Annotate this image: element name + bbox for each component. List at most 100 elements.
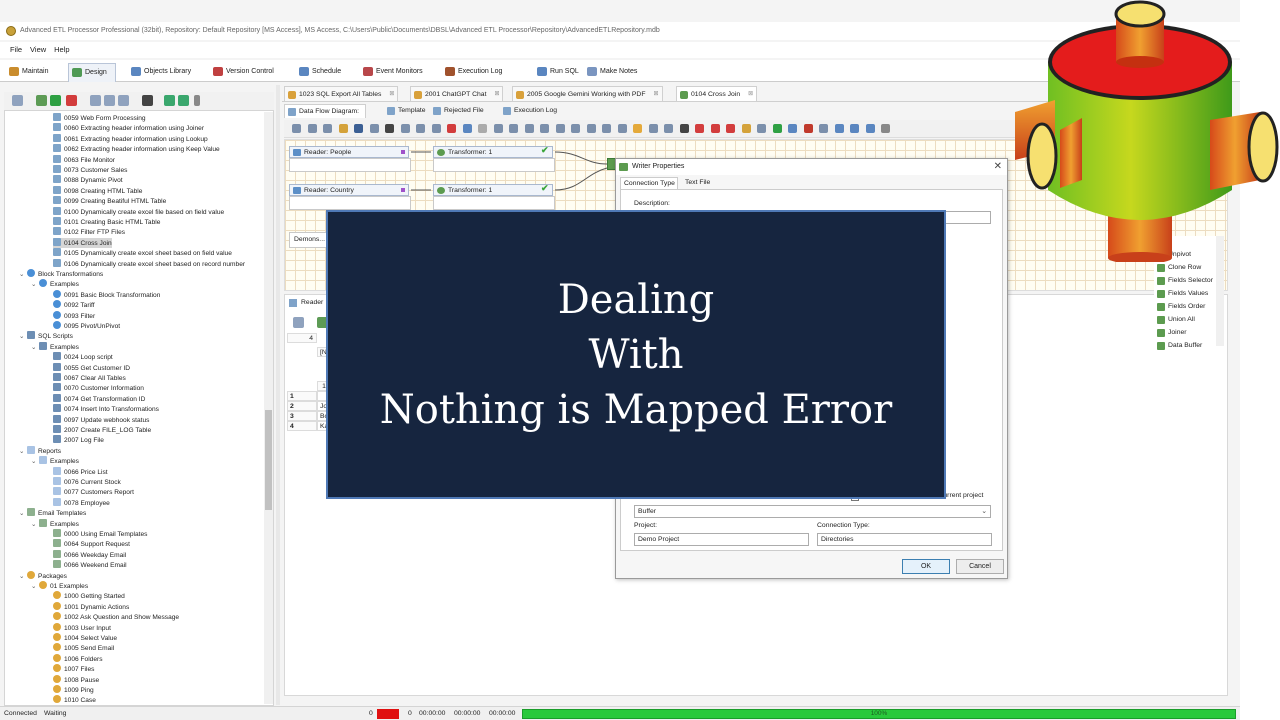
designer-tool-icon[interactable] <box>803 124 813 133</box>
tree-item[interactable]: 0066 Weekday Email <box>53 549 126 560</box>
tree-item[interactable]: 0060 Extracting header information using… <box>53 123 204 133</box>
document-tab[interactable]: 2005 Google Gemini Working with PDF ⊠ <box>512 86 663 102</box>
tree-item[interactable]: 0059 Web Form Processing <box>53 113 146 123</box>
find-icon[interactable] <box>142 95 153 106</box>
tree-item[interactable]: 0000 Using Email Templates <box>53 529 147 539</box>
designer-tool-icon[interactable] <box>369 124 379 133</box>
tree-item[interactable]: ⌄ Examples <box>31 518 79 530</box>
ribbon-tab-run-sql[interactable]: Run SQL <box>534 63 587 82</box>
menu-view[interactable]: View <box>30 45 46 54</box>
tree-item[interactable]: ⌄ Packages <box>19 570 67 582</box>
tree-item[interactable]: 0024 Loop script <box>53 352 113 362</box>
designer-subtab[interactable]: Rejected File <box>430 104 490 118</box>
tree-item[interactable]: 0097 Update webhook status <box>53 414 149 425</box>
tree-item[interactable]: 0098 Creating HTML Table <box>53 185 142 196</box>
tree-item[interactable]: 1010 Case <box>53 695 96 705</box>
close-icon[interactable]: ✕ <box>994 159 1002 175</box>
tree-item[interactable]: 1008 Pause <box>53 674 99 685</box>
tree-item[interactable]: 0064 Support Request <box>53 539 130 549</box>
expand-toggle-icon[interactable]: ⌄ <box>19 572 27 582</box>
palette-item[interactable]: Clone Row <box>1156 262 1201 274</box>
tree-item[interactable]: 2007 Create FILE_LOG Table <box>53 425 151 435</box>
tree-item[interactable]: 0070 Customer Information <box>53 383 144 393</box>
tree-item[interactable]: 1007 Files <box>53 664 94 674</box>
designer-tool-icon[interactable] <box>741 124 751 133</box>
tree-item[interactable]: 0073 Customer Sales <box>53 165 127 175</box>
expand-toggle-icon[interactable]: ⌄ <box>31 520 39 530</box>
close-tab-icon[interactable]: ⊠ <box>494 87 499 102</box>
tree-item[interactable]: 0062 Extracting header information using… <box>53 144 220 154</box>
tree-item[interactable]: 1005 Send Email <box>53 643 114 653</box>
palette-item[interactable]: Fields Order <box>1156 301 1205 313</box>
panel-splitter[interactable] <box>276 85 280 705</box>
expand-icon[interactable] <box>164 95 175 106</box>
tree-item[interactable]: 0106 Dynamically create excel sheet base… <box>53 258 245 269</box>
designer-tool-icon[interactable] <box>586 124 596 133</box>
expand-toggle-icon[interactable]: ⌄ <box>31 582 39 592</box>
ribbon-tab-version-control[interactable]: Version Control <box>210 63 282 82</box>
designer-tool-icon[interactable] <box>772 124 782 133</box>
ribbon-tab-schedule[interactable]: Schedule <box>296 63 349 82</box>
ribbon-tab-design[interactable]: Design <box>68 63 116 82</box>
designer-tool-icon[interactable] <box>679 124 689 133</box>
settings-icon[interactable] <box>293 317 304 328</box>
tree-item[interactable]: 0092 Tariff <box>53 300 95 310</box>
designer-tool-icon[interactable] <box>555 124 565 133</box>
collapse-icon[interactable] <box>178 95 189 106</box>
designer-tool-icon[interactable] <box>757 124 766 133</box>
tree-item[interactable]: 0105 Dynamically create excel sheet base… <box>53 248 232 258</box>
tree-item[interactable]: ⌄ Examples <box>31 279 79 289</box>
tree-item[interactable]: 0100 Dynamically create excel file based… <box>53 206 224 217</box>
tree-item[interactable]: ⌄ Reports <box>19 445 61 456</box>
tree-item[interactable]: 0101 Creating Basic HTML Table <box>53 217 160 227</box>
copy-icon[interactable] <box>104 95 115 106</box>
project-field[interactable]: Demo Project <box>634 533 809 546</box>
menu-file[interactable]: File <box>10 45 22 54</box>
tree-item[interactable]: 0088 Dynamic Pivot <box>53 175 123 185</box>
designer-tool-icon[interactable] <box>354 124 363 133</box>
designer-tool-icon[interactable] <box>850 124 859 133</box>
designer-tool-icon[interactable] <box>881 124 890 133</box>
tree-item[interactable]: 0091 Basic Block Transformation <box>53 289 160 300</box>
tree-item[interactable]: 1000 Getting Started <box>53 591 125 601</box>
tree-item[interactable]: ⌄ 01 Examples <box>31 581 88 591</box>
cancel-button[interactable]: Cancel <box>956 559 1004 574</box>
ribbon-tab-objects-library[interactable]: Objects Library <box>128 63 199 82</box>
designer-tool-icon[interactable] <box>338 124 348 133</box>
tree-item[interactable]: ⌄ Block Transformations <box>19 269 103 279</box>
connection-combo[interactable]: Buffer ⌄ <box>634 505 991 518</box>
designer-tool-icon[interactable] <box>633 124 642 133</box>
tree-item[interactable]: 1003 User Input <box>53 622 111 633</box>
close-tab-icon[interactable]: ⊠ <box>389 87 394 102</box>
ribbon-tab-make-notes[interactable]: Make Notes <box>584 63 645 82</box>
tree-scroll-thumb[interactable] <box>265 410 272 510</box>
tree-item[interactable]: 0093 Filter <box>53 310 95 321</box>
document-tab[interactable]: 2001 ChatGPT Chat ⊠ <box>410 86 504 102</box>
designer-tool-icon[interactable] <box>540 124 549 133</box>
tree-item[interactable]: ⌄ SQL Scripts <box>19 331 73 341</box>
tree-item[interactable]: 0066 Price List <box>53 466 108 477</box>
tree-item[interactable]: 0067 Clear All Tables <box>53 373 126 383</box>
designer-subtab[interactable]: Execution Log <box>500 104 563 118</box>
tree-item[interactable]: ⌄ Examples <box>31 341 79 352</box>
tree-item[interactable]: 0078 Employee <box>53 497 110 508</box>
tree-item[interactable]: 0102 Filter FTP Files <box>53 227 125 237</box>
tree-item[interactable]: 0055 Get Customer ID <box>53 362 130 373</box>
palette-item[interactable]: Fields Selector <box>1156 275 1213 287</box>
designer-tool-icon[interactable] <box>307 124 317 133</box>
palette-item[interactable]: Data Buffer <box>1156 340 1202 352</box>
expand-toggle-icon[interactable]: ⌄ <box>19 509 27 519</box>
delete-icon[interactable] <box>66 95 77 106</box>
expand-toggle-icon[interactable]: ⌄ <box>31 280 39 290</box>
tree-item[interactable]: 1006 Folders <box>53 653 103 664</box>
designer-tool-icon[interactable] <box>447 124 456 133</box>
palette-item[interactable]: Fields Values <box>1156 288 1208 300</box>
tree-item[interactable]: 2007 Log File <box>53 435 104 445</box>
designer-tool-icon[interactable] <box>385 124 394 133</box>
designer-tool-icon[interactable] <box>571 124 580 133</box>
paste-icon[interactable] <box>118 95 129 106</box>
tree-item[interactable]: 0063 File Monitor <box>53 154 115 165</box>
tab-connection-type[interactable]: Connection Type <box>620 177 678 189</box>
designer-tool-icon[interactable] <box>617 124 627 133</box>
new-icon[interactable] <box>36 95 47 106</box>
